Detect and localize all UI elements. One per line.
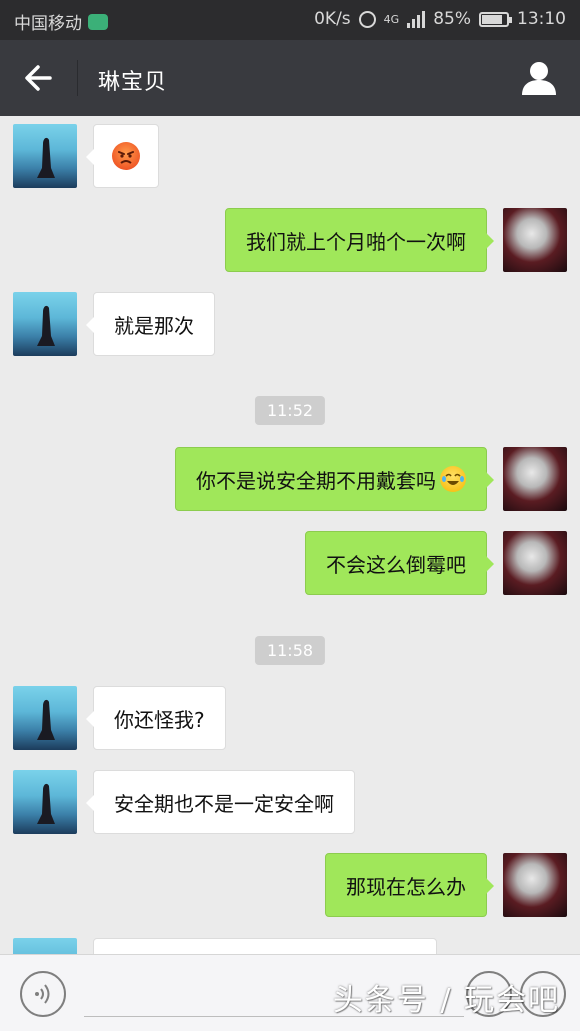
incoming-message-bubble[interactable]: 你还怪我? [86,686,226,750]
chat-title: 琳宝贝 [98,70,168,95]
contact-avatar[interactable] [13,124,77,188]
title-divider [77,60,78,96]
emoji-button[interactable] [466,971,512,1017]
carrier-label: 中国移动 [14,14,82,34]
network-speed: 0K/s [314,9,351,29]
network-type: 4G [383,12,400,26]
voice-icon [35,984,50,1004]
incoming-message-bubble[interactable]: 安全期也不是一定安全啊 [86,770,355,834]
laughing-crying-face-icon [440,466,466,492]
arrow-left-icon [25,65,52,91]
contact-avatar[interactable] [13,770,77,834]
input-bar: 头条号 / 玩会吧 [0,954,580,1031]
chat-area[interactable]: 我们就上个月啪个一次啊 就是那次 11:52 你不是说安全期不用戴套吗 不会这么… [0,116,580,954]
timestamp-label: 11:58 [254,636,326,665]
contact-avatar[interactable] [13,938,77,954]
carrier-badge-icon [88,13,108,30]
voice-button[interactable] [20,971,66,1017]
message-text: 你不是说安全期不用戴套吗 [196,468,436,493]
outgoing-message-bubble[interactable]: 我们就上个月啪个一次啊 [225,208,494,272]
incoming-message-bubble[interactable]: 就是那次 [86,292,215,356]
message-input[interactable] [84,969,464,1017]
status-bar: 中国移动 0K/s 4G 85% 13:10 [0,0,580,40]
incoming-message-bubble[interactable] [93,938,437,954]
angry-face-icon [112,142,140,170]
person-icon [522,62,556,95]
signal-icon [407,10,426,28]
outgoing-message-bubble[interactable]: 你不是说安全期不用戴套吗 [175,447,494,511]
incoming-message-bubble[interactable] [86,124,159,188]
my-avatar[interactable] [503,208,567,272]
clock: 13:10 [517,9,566,29]
battery-percent: 85% [433,9,471,29]
outgoing-message-bubble[interactable]: 那现在怎么办 [325,853,494,917]
profile-button[interactable] [518,58,560,98]
outgoing-message-bubble[interactable]: 不会这么倒霉吧 [305,531,494,595]
timestamp-label: 11:52 [254,396,326,425]
my-avatar[interactable] [503,853,567,917]
battery-icon [479,11,512,27]
alarm-icon [358,10,376,28]
back-button[interactable] [20,58,60,98]
my-avatar[interactable] [503,447,567,511]
my-avatar[interactable] [503,531,567,595]
contact-avatar[interactable] [13,686,77,750]
more-button[interactable] [520,971,566,1017]
contact-avatar[interactable] [13,292,77,356]
title-bar: 琳宝贝 [0,40,580,116]
